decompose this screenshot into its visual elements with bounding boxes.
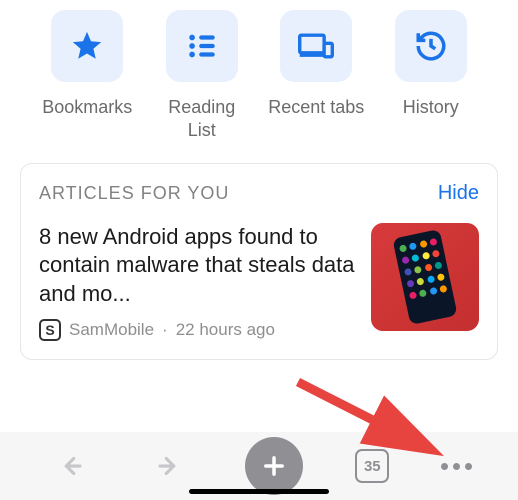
tab-switcher-button[interactable]: 35 — [355, 449, 389, 483]
bookmarks-icon — [51, 10, 123, 82]
article-headline: 8 new Android apps found to contain malw… — [39, 223, 357, 309]
reading-list-label: Reading List — [152, 96, 252, 143]
articles-card-header: ARTICLES FOR YOU Hide — [21, 164, 497, 219]
history-shortcut[interactable]: History — [381, 10, 481, 143]
tab-count: 35 — [364, 458, 381, 475]
meta-separator: · — [162, 320, 168, 340]
bookmarks-label: Bookmarks — [42, 96, 132, 119]
quick-shortcuts-row: Bookmarks Reading List Recent tabs Histo… — [0, 0, 518, 151]
recent-tabs-label: Recent tabs — [268, 96, 364, 119]
history-label: History — [403, 96, 459, 119]
recent-tabs-icon — [280, 10, 352, 82]
article-meta: S SamMobile · 22 hours ago — [39, 319, 357, 341]
article-source: SamMobile — [69, 320, 154, 340]
recent-tabs-shortcut[interactable]: Recent tabs — [266, 10, 366, 143]
articles-card: ARTICLES FOR YOU Hide 8 new Android apps… — [20, 163, 498, 360]
bookmarks-shortcut[interactable]: Bookmarks — [37, 10, 137, 143]
forward-button[interactable] — [146, 442, 194, 490]
article-text-block: 8 new Android apps found to contain malw… — [39, 223, 357, 341]
source-icon: S — [39, 319, 61, 341]
articles-card-title: ARTICLES FOR YOU — [39, 183, 229, 204]
article-item[interactable]: 8 new Android apps found to contain malw… — [21, 219, 497, 359]
back-button[interactable] — [46, 442, 94, 490]
more-menu-button[interactable] — [441, 463, 472, 470]
new-tab-button[interactable] — [245, 437, 303, 495]
home-indicator[interactable] — [189, 489, 329, 494]
reading-list-shortcut[interactable]: Reading List — [152, 10, 252, 143]
hide-button[interactable]: Hide — [438, 182, 479, 205]
reading-list-icon — [166, 10, 238, 82]
article-thumbnail — [371, 223, 479, 331]
article-timestamp: 22 hours ago — [176, 320, 275, 340]
history-icon — [395, 10, 467, 82]
